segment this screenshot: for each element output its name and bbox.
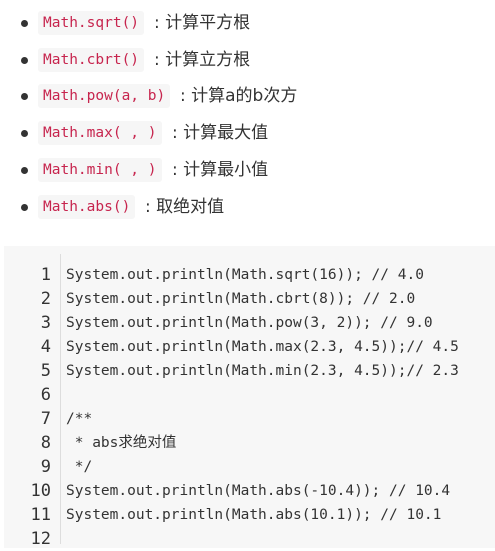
method-description: : 计算a的b次方 [180, 86, 298, 106]
line-number: 10 [30, 481, 51, 501]
code-line: */ [66, 459, 93, 475]
code-line: System.out.println(Math.cbrt(8)); // 2.0 [66, 291, 416, 307]
line-number: 12 [30, 529, 51, 549]
line-number: 8 [40, 433, 51, 453]
line-number: 11 [30, 505, 51, 525]
code-line: System.out.println(Math.sqrt(16)); // 4.… [66, 267, 424, 283]
method-code: Math.abs() [38, 195, 136, 219]
bullet-icon [21, 130, 28, 137]
line-number: 9 [40, 457, 51, 477]
line-number: 4 [40, 337, 51, 357]
bullet-icon [21, 20, 28, 27]
line-number: 2 [40, 289, 51, 309]
method-code: Math.max( , ) [38, 121, 162, 145]
code-line: System.out.println(Math.pow(3, 2)); // 9… [66, 315, 433, 331]
line-number: 3 [40, 313, 51, 333]
code-line: * abs求绝对值 [66, 435, 177, 451]
method-description: : 计算平方根 [154, 13, 251, 33]
bullet-icon [21, 204, 28, 211]
code-content: System.out.println(Math.sqrt(16)); // 4.… [66, 254, 495, 544]
code-block: 1 2 3 4 5 6 7 8 9 10 11 12 System.out.pr… [4, 246, 495, 549]
method-description: : 取绝对值 [145, 197, 225, 217]
method-description: : 计算最大值 [172, 123, 269, 143]
code-line: System.out.println(Math.max(2.3, 4.5));/… [66, 339, 459, 355]
code-line: /** [66, 411, 93, 427]
method-description: : 计算立方根 [154, 50, 251, 70]
line-number-gutter: 1 2 3 4 5 6 7 8 9 10 11 12 [4, 254, 61, 549]
code-line: System.out.println(Math.abs(10.1)); // 1… [66, 507, 442, 523]
bullet-icon [21, 57, 28, 64]
line-number: 6 [40, 385, 51, 405]
method-code: Math.pow(a, b) [38, 84, 171, 108]
method-code: Math.min( , ) [38, 158, 162, 182]
line-number: 1 [40, 265, 51, 285]
method-description: : 计算最小值 [172, 160, 269, 180]
code-line: System.out.println(Math.min(2.3, 4.5));/… [66, 363, 459, 379]
method-code: Math.cbrt() [38, 48, 145, 72]
code-line: System.out.println(Math.abs(-10.4)); // … [66, 483, 451, 499]
line-number: 7 [40, 409, 51, 429]
line-number: 5 [40, 361, 51, 381]
method-code: Math.sqrt() [38, 11, 145, 35]
bullet-icon [21, 167, 28, 174]
bullet-icon [21, 93, 28, 100]
